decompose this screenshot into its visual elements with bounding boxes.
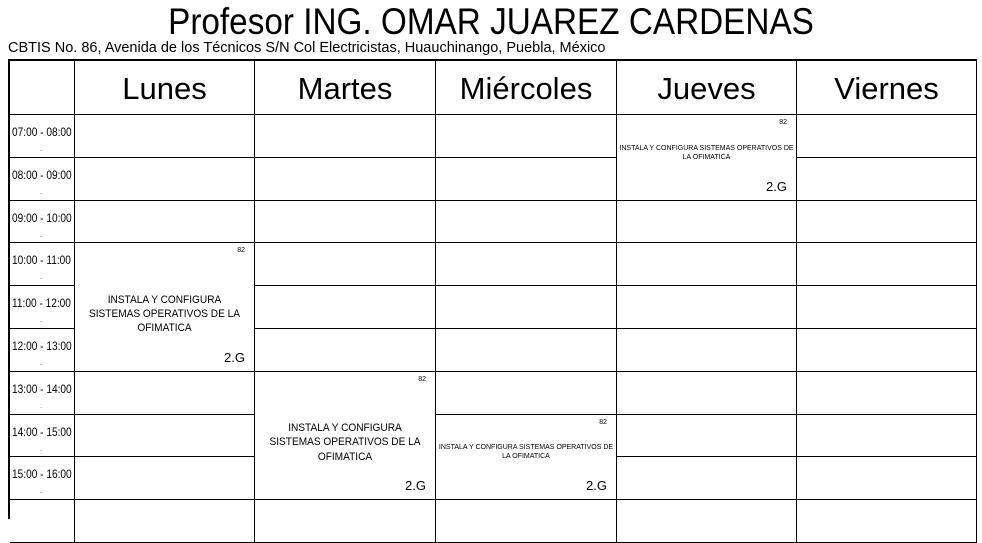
schedule-cell [255, 243, 436, 287]
class-subject: INSTALA Y CONFIGURA SISTEMAS OPERATIVOS … [619, 144, 794, 161]
page-title: Profesor ING. OMAR JUAREZ CARDENAS [168, 1, 814, 42]
class-block: 82 INSTALA Y CONFIGURA SISTEMAS OPERATIVO… [255, 371, 436, 501]
schedule-cell [436, 371, 617, 415]
time-slot-label: 15:00 - 16:00 [12, 469, 72, 482]
schedule-cell [617, 457, 797, 501]
slot-marker: . [40, 229, 43, 239]
schedule-cell [797, 243, 977, 287]
schedule-cell [617, 286, 797, 329]
schedule-cell [797, 115, 977, 158]
schedule-cell [617, 243, 797, 287]
slot-marker: . [40, 144, 43, 153]
slot-marker: . [40, 400, 43, 410]
time-slot-label: 07:00 - 08:00 [12, 127, 72, 139]
day-header: Lunes [75, 61, 255, 115]
day-header: Miércoles [436, 61, 617, 115]
schedule-cell [797, 414, 977, 458]
class-room: 82 [418, 375, 426, 383]
schedule-cell [797, 200, 977, 244]
day-header: Viernes [797, 61, 977, 115]
time-slot-label: 12:00 - 13:00 [12, 341, 72, 353]
day-header: Jueves [617, 61, 797, 115]
schedule-cell [255, 500, 436, 543]
time-slot-label: 11:00 - 12:00 [12, 298, 71, 311]
schedule-cell [255, 286, 436, 329]
schedule-cell [436, 500, 617, 543]
time-cell: 09:00 - 10:00. [10, 200, 75, 244]
schedule-cell [75, 115, 255, 158]
class-block: 82 INSTALA Y CONFIGURA SISTEMAS OPERATIVO… [75, 243, 255, 372]
time-cell: 08:00 - 09:00. [10, 157, 75, 201]
schedule-cell [75, 200, 255, 244]
schedule-cell [255, 157, 436, 201]
schedule-grid: Lunes Martes Miércoles Jueves Viernes 07:00 -… [8, 59, 977, 543]
schedule-cell [255, 200, 436, 244]
schedule-cell [436, 157, 617, 201]
slot-marker: . [40, 186, 43, 196]
time-slot-label: 14:00 - 15:00 [12, 426, 72, 439]
schedule-cell [75, 500, 255, 543]
class-block: 82 INSTALA Y CONFIGURA SISTEMAS OPERATIVO… [436, 414, 617, 501]
time-slot-label: 10:00 - 11:00 [12, 255, 71, 268]
schedule-cell [75, 414, 255, 458]
schedule-cell [75, 371, 255, 415]
slot-marker: . [40, 443, 43, 453]
class-group: 2.G [586, 478, 607, 494]
time-cell: 14:00 - 15:00. [10, 414, 75, 458]
school-address: CBTIS No. 86, Avenida de los Técnicos S/… [8, 40, 606, 56]
schedule-cell [797, 457, 977, 501]
schedule-cell [617, 329, 797, 372]
time-cell: 15:00 - 16:00. [10, 457, 75, 501]
slot-marker: . [40, 272, 43, 282]
schedule-cell [436, 200, 617, 244]
class-group: 2.G [405, 478, 426, 494]
slot-marker: . [40, 358, 43, 367]
class-room: 82 [237, 247, 245, 255]
class-group: 2.G [224, 349, 245, 365]
slot-marker: . [40, 486, 43, 496]
class-block: 82 INSTALA Y CONFIGURA SISTEMAS OPERATIVO… [617, 115, 797, 201]
time-slot-label: 13:00 - 14:00 [12, 383, 72, 396]
time-cell: 13:00 - 14:00. [10, 371, 75, 415]
time-cell: 11:00 - 12:00. [10, 286, 75, 329]
class-subject: INSTALA Y CONFIGURA SISTEMAS OPERATIVOS … [88, 293, 241, 335]
schedule-cell [617, 500, 797, 543]
time-slot-label: 08:00 - 09:00 [12, 169, 72, 182]
time-cell [10, 500, 75, 543]
schedule-cell [617, 414, 797, 458]
day-header: Martes [255, 61, 436, 115]
time-slot-label: 09:00 - 10:00 [12, 212, 72, 225]
schedule-cell [797, 500, 977, 543]
schedule-cell [75, 157, 255, 201]
schedule-cell [617, 371, 797, 415]
class-subject: INSTALA Y CONFIGURA SISTEMAS OPERATIVOS … [269, 421, 421, 463]
class-room: 82 [779, 119, 787, 126]
schedule-cell [797, 329, 977, 372]
schedule-cell [436, 243, 617, 287]
schedule-cell [797, 371, 977, 415]
class-group: 2.G [766, 178, 787, 194]
time-cell: 10:00 - 11:00. [10, 243, 75, 287]
schedule-cell [797, 157, 977, 201]
schedule-cell [436, 115, 617, 158]
class-room: 82 [599, 418, 607, 426]
schedule-cell [255, 115, 436, 158]
slot-marker: . [40, 315, 43, 325]
schedule-cell [75, 457, 255, 501]
schedule-cell [436, 329, 617, 372]
class-subject: INSTALA Y CONFIGURA SISTEMAS OPERATIVOS … [438, 444, 614, 461]
schedule-cell [797, 286, 977, 329]
corner-cell [10, 61, 75, 115]
time-cell: 12:00 - 13:00. [10, 329, 75, 372]
schedule-cell [255, 329, 436, 372]
time-cell: 07:00 - 08:00. [10, 115, 75, 158]
schedule-cell [617, 200, 797, 244]
schedule-cell [436, 286, 617, 329]
